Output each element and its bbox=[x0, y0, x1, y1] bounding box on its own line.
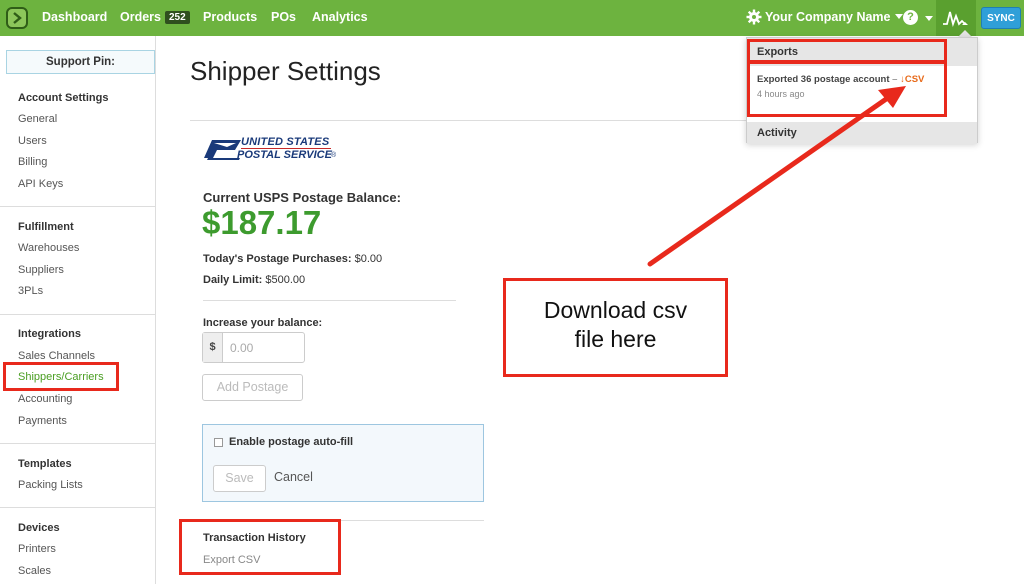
callout-line-1: Download csv bbox=[543, 297, 688, 323]
annotation-callout: Download csv file here bbox=[503, 278, 728, 377]
callout-line-2: file here bbox=[574, 326, 657, 352]
